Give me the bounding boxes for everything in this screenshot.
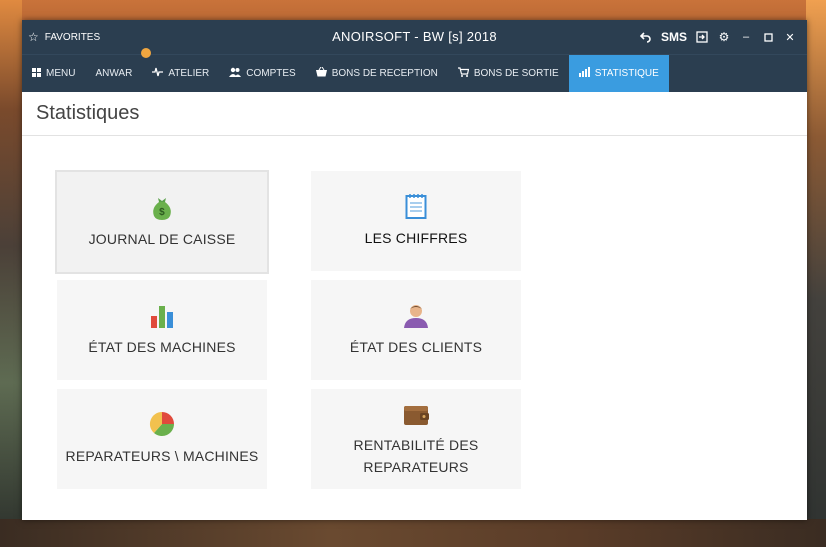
- nav-bons-reception-label: BONS DE RECEPTION: [331, 68, 438, 79]
- tile-rentabilite-reparateurs[interactable]: RENTABILITÉ DES REPARATEURS: [311, 389, 521, 489]
- nav-anwar[interactable]: ANWAR: [85, 55, 142, 92]
- tile-journal-caisse[interactable]: $ JOURNAL DE CAISSE: [55, 170, 269, 274]
- nav-statistique[interactable]: STATISTIQUE: [568, 55, 669, 92]
- gear-icon: ⚙: [718, 30, 730, 44]
- tile-les-chiffres[interactable]: LES CHIFFRES: [311, 171, 521, 271]
- title-bar: ☆ FAVORITES ANOIRSOFT - BW [s] 2018 SMS …: [22, 20, 807, 54]
- nav-atelier-label: ATELIER: [168, 68, 210, 79]
- notepad-icon: [405, 193, 427, 219]
- page-title: Statistiques: [22, 92, 807, 136]
- tile-les-chiffres-label: LES CHIFFRES: [364, 230, 468, 246]
- svg-text:$: $: [159, 207, 165, 218]
- money-bag-icon: $: [151, 194, 173, 220]
- nav-bons-reception[interactable]: BONS DE RECEPTION: [306, 55, 448, 92]
- tile-rentabilite-label-line2: REPARATEURS: [363, 459, 469, 475]
- main-navigation: MENU ANWAR ATELIER COMPTES BONS DE RECEP…: [22, 48, 807, 92]
- maximize-icon: [763, 32, 773, 42]
- pie-chart-icon: [149, 411, 175, 437]
- tile-etat-machines[interactable]: ÉTAT DES MACHINES: [57, 280, 267, 380]
- nav-statistique-label: STATISTIQUE: [594, 68, 659, 79]
- tile-journal-caisse-label: JOURNAL DE CAISSE: [88, 231, 236, 247]
- stats-icon: [578, 67, 590, 80]
- tile-etat-clients[interactable]: ÉTAT DES CLIENTS: [311, 280, 521, 380]
- login-icon: [696, 31, 708, 43]
- app-window: ☆ FAVORITES ANOIRSOFT - BW [s] 2018 SMS …: [22, 20, 807, 520]
- minimize-button[interactable]: –: [735, 20, 757, 54]
- tile-reparateurs-machines-label: REPARATEURS \ MACHINES: [65, 448, 259, 464]
- nav-bons-sortie[interactable]: BONS DE SORTIE: [448, 55, 569, 92]
- desktop-background-right: [806, 0, 826, 547]
- favorites-label: FAVORITES: [44, 31, 101, 43]
- users-icon: [229, 67, 242, 80]
- nav-menu[interactable]: MENU: [22, 55, 85, 92]
- titlebar-controls: SMS ⚙ – ✕: [635, 20, 801, 54]
- sms-button[interactable]: SMS: [657, 20, 691, 54]
- favorites-button[interactable]: ☆ FAVORITES: [22, 30, 100, 44]
- tile-etat-machines-label: ÉTAT DES MACHINES: [88, 339, 236, 355]
- close-icon: ✕: [785, 31, 795, 44]
- settings-button[interactable]: ⚙: [713, 20, 735, 54]
- user-icon: [403, 302, 429, 328]
- star-icon: ☆: [28, 30, 39, 44]
- cart-icon: [457, 67, 470, 80]
- desktop-background-left: [0, 0, 22, 547]
- undo-icon: [640, 32, 651, 43]
- pulse-icon: [152, 67, 164, 80]
- tile-etat-clients-label: ÉTAT DES CLIENTS: [349, 339, 483, 355]
- tile-rentabilite-label-line1: RENTABILITÉ DES: [353, 437, 479, 453]
- bar-chart-icon: [151, 302, 173, 328]
- nav-anwar-label: ANWAR: [95, 68, 133, 79]
- close-button[interactable]: ✕: [779, 20, 801, 54]
- nav-comptes-label: COMPTES: [246, 68, 296, 79]
- tile-reparateurs-machines[interactable]: REPARATEURS \ MACHINES: [57, 389, 267, 489]
- grid-icon: [32, 67, 41, 80]
- nav-atelier[interactable]: ATELIER: [142, 55, 219, 92]
- nav-menu-label: MENU: [46, 68, 76, 79]
- login-button[interactable]: [691, 20, 713, 54]
- minimize-icon: –: [742, 31, 750, 43]
- wallet-icon: [403, 400, 429, 426]
- undo-button[interactable]: [635, 20, 657, 54]
- nav-comptes[interactable]: COMPTES: [219, 55, 305, 92]
- nav-bons-sortie-label: BONS DE SORTIE: [473, 68, 559, 79]
- statistics-tiles: $ JOURNAL DE CAISSE LES CHIFFRES ÉTAT DE…: [22, 136, 807, 520]
- maximize-button[interactable]: [757, 20, 779, 54]
- desktop-background-bottom: [0, 519, 826, 547]
- basket-icon: [315, 66, 327, 80]
